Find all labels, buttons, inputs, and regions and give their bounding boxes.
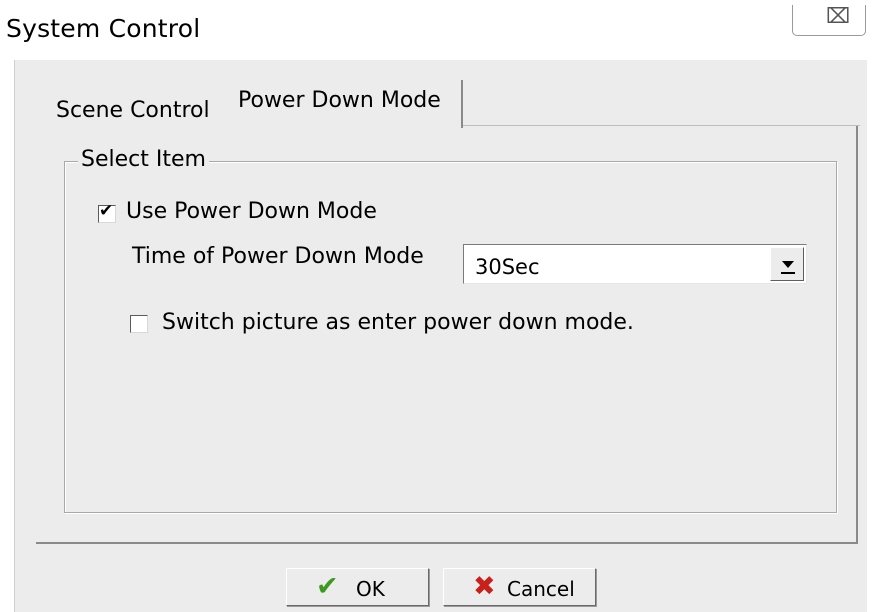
ok-button[interactable]: ✔ OK	[286, 568, 429, 606]
checkmark-icon: ✔	[316, 571, 339, 602]
group-legend: Select Item	[78, 147, 209, 172]
chevron-down-icon	[782, 261, 794, 268]
ok-button-label: OK	[356, 577, 385, 601]
dropdown-arrow-button[interactable]	[770, 247, 804, 281]
switch-picture-checkbox[interactable]	[130, 315, 148, 333]
x-icon: ✖	[473, 571, 496, 602]
select-value: 30Sec	[475, 255, 540, 279]
cancel-button-label: Cancel	[507, 577, 575, 601]
tab-power-down-mode[interactable]: Power Down Mode	[229, 80, 463, 128]
time-of-power-down-select[interactable]: 30Sec	[463, 244, 807, 284]
switch-picture-label[interactable]: Switch picture as enter power down mode.	[162, 310, 634, 335]
tab-label: Power Down Mode	[238, 88, 441, 113]
close-button[interactable]: ⌧	[792, 4, 866, 36]
title-bar: System Control ⌧	[0, 0, 873, 60]
use-power-down-label[interactable]: Use Power Down Mode	[126, 199, 377, 224]
time-of-power-down-label: Time of Power Down Mode	[132, 244, 424, 269]
use-power-down-checkbox[interactable]: ✔	[98, 201, 116, 223]
check-mark-icon: ✔	[99, 201, 114, 221]
cancel-button[interactable]: ✖ Cancel	[443, 568, 596, 606]
window-title: System Control	[6, 14, 201, 43]
tab-scene-control[interactable]: Scene Control	[56, 98, 210, 123]
dropdown-underline-icon	[781, 272, 795, 274]
close-icon: ⌧	[826, 4, 851, 28]
